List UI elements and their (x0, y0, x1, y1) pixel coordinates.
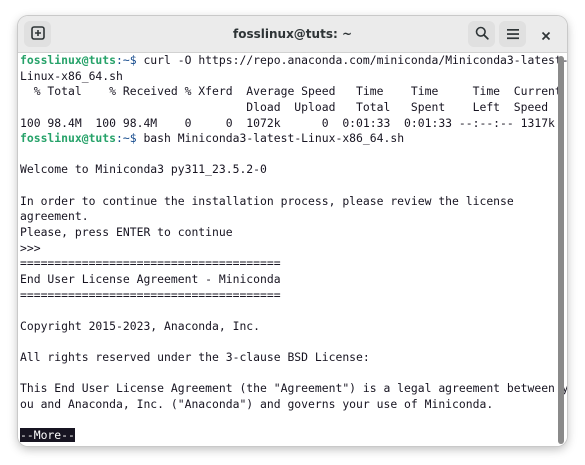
command-text: bash Miniconda3-latest-Linux-x86_64.sh (143, 131, 405, 146)
more-prompt[interactable]: --More-- (20, 428, 75, 443)
output-line: Copyright 2015-2023, Anaconda, Inc. (20, 318, 261, 333)
output-line: This End User License Agreement (the "Ag… (20, 381, 567, 396)
terminal-text: fosslinux@tuts:~$ curl -O https://repo.a… (20, 53, 567, 444)
command-continuation: Linux-x86_64.sh (20, 68, 123, 83)
command-text: curl -O https://repo.anaconda.com/minico… (143, 53, 567, 67)
menu-button[interactable] (499, 21, 526, 47)
new-tab-button[interactable] (24, 21, 51, 47)
prompt-user: fosslinux@tuts (20, 131, 117, 146)
output-line: In order to continue the installation pr… (20, 193, 514, 208)
command-line: fosslinux@tuts:~$ bash Miniconda3-latest… (20, 131, 556, 147)
separator-line: ====================================== (20, 256, 281, 271)
close-button[interactable] (536, 25, 556, 45)
output-line: Welcome to Miniconda3 py311_23.5.2-0 (20, 162, 267, 177)
scrollbar[interactable] (557, 56, 565, 444)
curl-header-line: Dload Upload Total Spent Left Speed (20, 99, 549, 114)
curl-header-line: % Total % Received % Xferd Average Speed… (20, 84, 562, 99)
eula-title: End User License Agreement - Miniconda (20, 271, 281, 286)
hamburger-menu-icon (506, 25, 520, 44)
search-icon (475, 25, 489, 44)
terminal-output[interactable]: fosslinux@tuts:~$ curl -O https://repo.a… (18, 53, 567, 446)
prompt-path: :~$ (116, 131, 144, 146)
output-line: Please, press ENTER to continue (20, 225, 233, 240)
output-line: agreement. (20, 209, 89, 224)
title-bar: fosslinux@tuts: ~ (18, 16, 567, 53)
new-tab-icon (30, 25, 45, 44)
command-line: fosslinux@tuts:~$ curl -O https://repo.a… (20, 53, 567, 69)
scrollbar-thumb[interactable] (558, 56, 564, 444)
output-line: ou and Anaconda, Inc. ("Anaconda") and g… (20, 397, 494, 412)
separator-line: ====================================== (20, 287, 281, 302)
curl-progress-line: 100 98.4M 100 98.4M 0 0 1072k 0 0:01:33 … (20, 115, 555, 130)
close-icon (541, 26, 551, 45)
terminal-window: fosslinux@tuts: ~ fosslinux@tuts:~$ curl… (18, 16, 567, 446)
output-line: All rights reserved under the 3-clause B… (20, 350, 370, 365)
pager-line: --More-- (20, 428, 556, 444)
prompt-path: :~$ (116, 53, 144, 67)
input-prompt: >>> (20, 240, 41, 255)
search-button[interactable] (468, 21, 495, 47)
prompt-user: fosslinux@tuts (20, 53, 117, 67)
